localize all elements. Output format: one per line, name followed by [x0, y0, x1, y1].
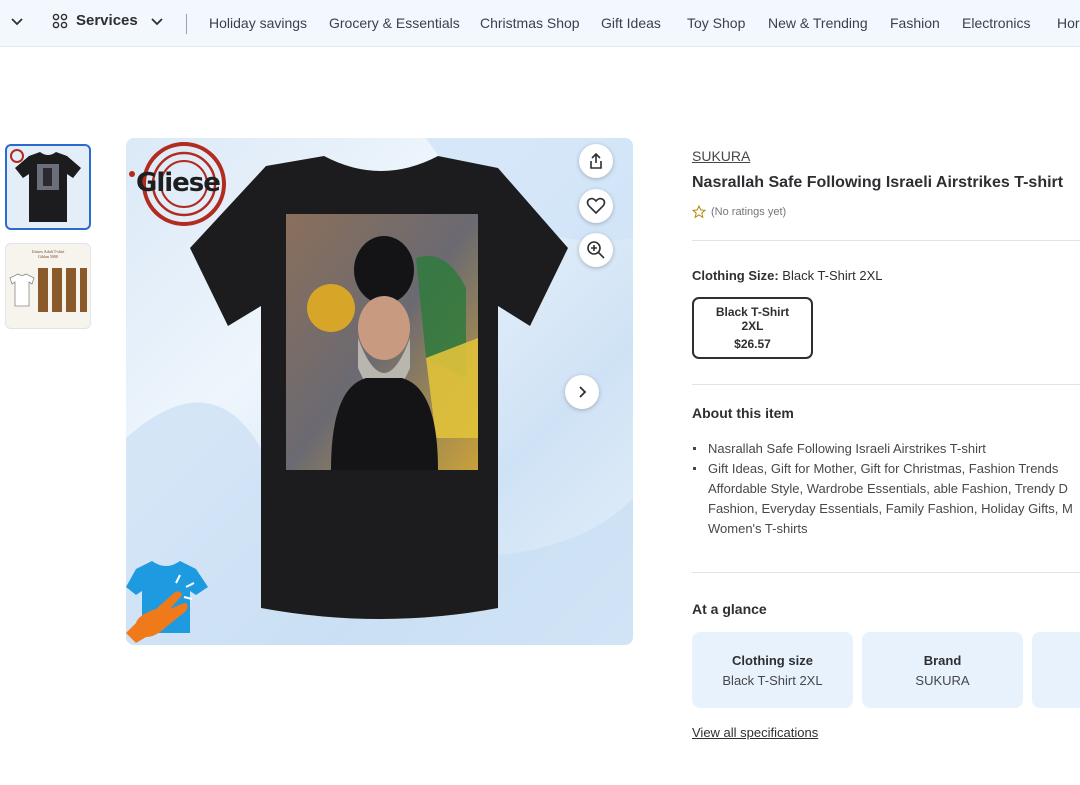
about-heading: About this item [692, 405, 794, 421]
services-label: Services [76, 12, 138, 29]
zoom-button[interactable] [579, 233, 613, 267]
nav-link-fashion[interactable]: Fashion [890, 15, 940, 31]
nav-link-home[interactable]: Hor [1057, 15, 1080, 31]
tap-icon [126, 561, 208, 643]
glance-card-value: SUKURA [915, 672, 970, 688]
brand-link[interactable]: SUKURA [692, 148, 750, 164]
at-a-glance-heading: At a glance [692, 601, 767, 617]
glance-card-clothing-size: Clothing size Black T-Shirt 2XL [692, 632, 853, 708]
nav-link-christmas-shop[interactable]: Christmas Shop [480, 15, 580, 31]
glance-card-key: Clothing size [732, 652, 813, 668]
tshirt-thumbnail-image [10, 149, 81, 222]
size-option-line1: Black T-Shirt [715, 305, 790, 319]
clothing-size-label: Clothing Size: Black T-Shirt 2XL [692, 268, 883, 283]
glance-card-partial [1032, 632, 1080, 708]
clothing-size-value: Black T-Shirt 2XL [782, 268, 883, 283]
rating-text: (No ratings yet) [711, 206, 787, 218]
brand-logo-text: Gliese [136, 168, 221, 198]
share-button[interactable] [579, 144, 613, 178]
share-icon [590, 152, 602, 169]
glance-card-key: Brand [923, 652, 962, 668]
thumbnail-2[interactable]: Unisex Adult T-shirt Gildan 5000 [5, 243, 91, 329]
nav-link-new-trending[interactable]: New & Trending [768, 15, 868, 31]
next-image-button[interactable] [565, 375, 599, 409]
thumbnail-1[interactable] [5, 144, 91, 230]
nav-link-holiday-savings[interactable]: Holiday savings [209, 15, 307, 31]
clothing-size-key: Clothing Size: [692, 268, 779, 283]
chevron-down-icon[interactable] [10, 14, 24, 28]
star-icon [692, 205, 706, 219]
chevron-down-icon [151, 17, 163, 25]
rating-summary[interactable]: (No ratings yet) [692, 205, 786, 219]
zoom-icon [587, 241, 605, 259]
nav-divider [186, 14, 187, 34]
heart-icon [586, 197, 606, 215]
divider [692, 240, 1080, 241]
nav-link-grocery[interactable]: Grocery & Essentials [329, 15, 460, 31]
services-menu[interactable]: Services [52, 12, 164, 29]
chevron-right-icon [579, 386, 587, 398]
divider [692, 384, 1080, 385]
glance-card-brand: Brand SUKURA [862, 632, 1023, 708]
about-bullets: Nasrallah Safe Following Israeli Airstri… [692, 439, 1080, 539]
nav-link-gift-ideas[interactable]: Gift Ideas [601, 15, 661, 31]
list-item: Nasrallah Safe Following Israeli Airstri… [692, 439, 1080, 459]
view-all-specifications-link[interactable]: View all specifications [692, 725, 818, 740]
brand-logo: Gliese [128, 138, 240, 230]
glance-card-value: Black T-Shirt 2XL [722, 672, 823, 688]
nav-link-electronics[interactable]: Electronics [962, 15, 1030, 31]
favorite-button[interactable] [579, 189, 613, 223]
list-item: Gift Ideas, Gift for Mother, Gift for Ch… [692, 459, 1080, 539]
thumbnail-2-caption: Unisex Adult T-shirt Gildan 5000 [31, 249, 65, 259]
product-title: Nasrallah Safe Following Israeli Airstri… [692, 174, 1064, 191]
top-nav: Services Holiday savings Grocery & Essen… [0, 0, 1080, 47]
divider [692, 572, 1080, 573]
size-option-line2: 2XL [741, 319, 764, 333]
product-main-image[interactable]: Gliese [126, 138, 633, 645]
size-option-black-2xl[interactable]: Black T-Shirt 2XL $26.57 [692, 297, 813, 359]
nav-link-toy-shop[interactable]: Toy Shop [687, 15, 745, 31]
size-option-price: $26.57 [734, 337, 771, 351]
grid-icon [52, 13, 68, 28]
